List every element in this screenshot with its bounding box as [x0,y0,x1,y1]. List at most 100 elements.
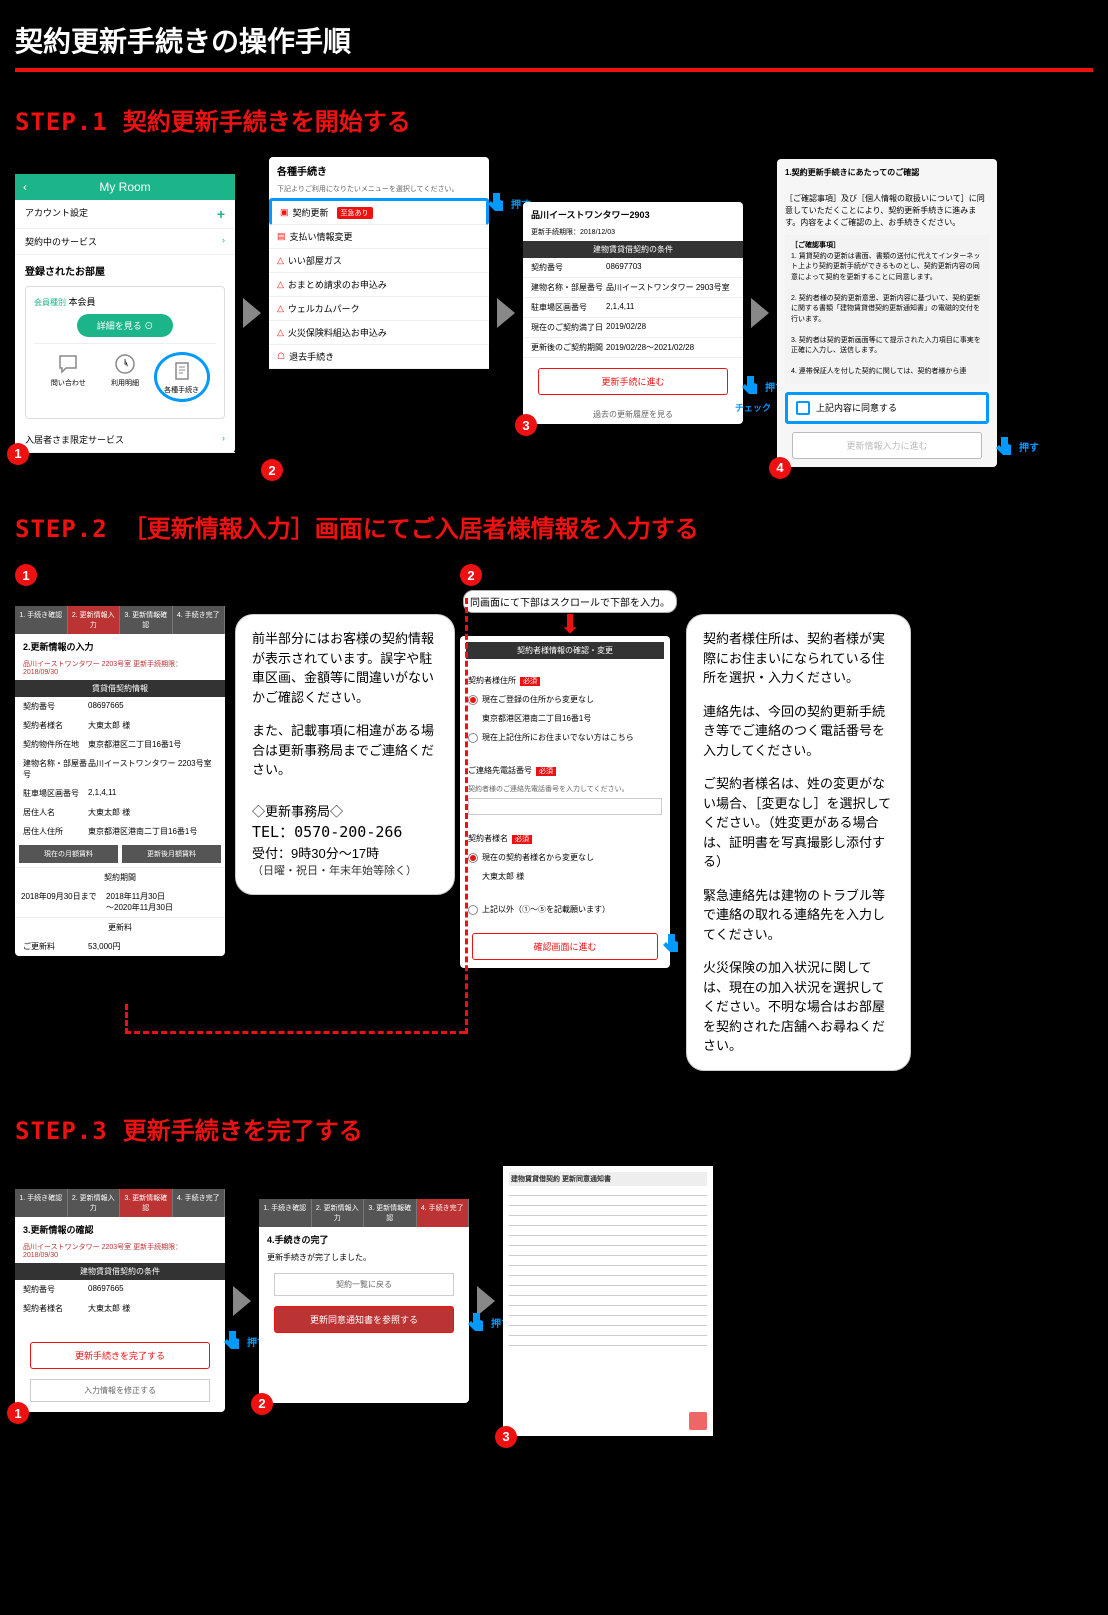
speechA-p2: また、記載事項に相違がある場合は更新事務局までご連絡ください。 [252,721,438,780]
back-chevron-icon[interactable]: ‹ [23,180,27,194]
period-h: 契約期間 [15,867,225,887]
tab4[interactable]: 4. 手続き完了 [173,1189,226,1217]
s2a-bar: 賃貸借契約情報 [15,680,225,697]
radio-addr-nochange[interactable]: 現在ご登録の住所から変更なし [468,690,662,709]
myroom-header: ‹ My Room [15,174,235,200]
current-rate-button[interactable]: 現在の月額賃料 [19,845,118,863]
tab1[interactable]: 1. 手続き確認 [15,606,68,634]
menu-combined[interactable]: △おまとめ請求のお申込み [269,273,489,297]
detail-button[interactable]: 詳細を見る ⊙ [77,314,174,337]
s4-item: 2. 契約者様の契約更新意思、更新内容に基づいて、契約更新に関する書類「建物賃貸… [791,294,983,326]
s4-title: 1.契約更新手続きにあたってのご確認 [785,167,989,179]
badge-2: 2 [460,564,482,586]
tel-input[interactable] [468,798,662,815]
kv-k: 契約者様名 [23,1303,88,1314]
s4-item: 1. 賃貸契約の更新は書面、書類の送付に代えてインターネット上より契約更新手続が… [791,252,983,284]
fee-h: 更新料 [15,917,225,937]
confirm-button[interactable]: 確認画面に進む [472,933,658,960]
agree-checkbox[interactable] [796,401,810,415]
title-underline [15,68,1093,72]
kv-k: 契約番号 [23,701,88,712]
fee-row: ご更新料53,000円 [15,937,225,956]
red-dashed-connector-v [465,598,468,1034]
speechA-p1: 前半部分にはお客様の契約情報が表示されています。誤字や駐車区画、金額等に間違いが… [252,629,438,707]
kv-v: 品川イーストワンタワー 2903号室 [606,282,730,293]
menu-gas[interactable]: △いい部屋ガス [269,249,489,273]
tab1[interactable]: 1. 手続き確認 [259,1199,312,1227]
history-link[interactable]: 過去の更新履歴を見る [523,405,743,424]
pointer-icon [485,191,509,215]
edit-link[interactable]: 入力情報を修正する [30,1379,210,1402]
proceed-button[interactable]: 更新手続に進む [538,368,728,395]
rate-buttons: 現在の月額賃料 更新後月額賃料 [15,841,225,867]
tab3[interactable]: 3. 更新情報確認 [120,606,173,634]
step2-label: STEP.2 [15,515,108,543]
urgent-badge: 至急あり [337,207,373,219]
menu-welcome[interactable]: △ウェルカムパーク [269,297,489,321]
radio-addr-other[interactable]: 現在上記住所にお住まいでない方はこちら [468,728,662,747]
section-rooms: 登録されたお部屋 [15,255,235,286]
kv-k: 居住人住所 [23,826,88,837]
tab2[interactable]: 2. 更新情報入力 [68,1189,121,1217]
kv-k: 建物名称・部屋番号 [531,282,606,293]
tab3[interactable]: 3. 更新情報確認 [120,1189,173,1217]
kv-v: 東京都港区二丁目16番1号 [88,739,181,750]
row-limited-label: 入居者さま限定サービス [25,433,124,446]
pointer-icon [660,932,684,956]
kv-row: 契約番号08697665 [15,1280,225,1299]
radio1-label: 現在ご登録の住所から変更なし [482,695,594,704]
menu-fire[interactable]: △火災保険料組込お申込み [269,321,489,345]
kv-k: 契約物件所在地 [23,739,88,750]
doc-title: 建物賃貸借契約 更新同意通知書 [509,1172,707,1186]
tab4[interactable]: 4. 手続き完了 [417,1199,470,1227]
menu-payment[interactable]: ▤支払い情報変更 [269,225,489,249]
step2-screenA: 1. 手続き確認 2. 更新情報入力 3. 更新情報確認 4. 手続き完了 2.… [15,606,225,956]
badge-3: 3 [495,1426,517,1448]
menu-icon: △ [277,279,284,290]
kv-k: 更新後のご契約期間 [531,342,606,353]
kv-row: 居住人住所東京都港区港南二丁目16番1号 [15,822,225,841]
agree-row[interactable]: チェック 上記内容に同意する [785,392,989,424]
row-account[interactable]: アカウント設定 + [15,200,235,229]
tab1[interactable]: 1. 手続き確認 [15,1189,68,1217]
menu-moveout[interactable]: ☖退去手続き [269,345,489,369]
kv-v: 2019/02/28 [606,322,646,333]
kv-row: 駐車場区画番号2,1,4,11 [523,298,743,318]
tab4[interactable]: 4. 手続き完了 [173,606,226,634]
radio-other[interactable]: 上記以外（①～⑤を記載願います） [468,900,662,919]
badge-4: 4 [769,457,791,479]
s2a-h: 2.更新情報の入力 [15,634,225,659]
radio-name-nochange[interactable]: 現在の契約者様名から変更なし [468,848,662,867]
s2-title: 各種手続き [269,157,489,184]
menu-icon: △ [277,327,284,338]
statement-icon-item[interactable]: 利用明細 [97,352,153,402]
tab2[interactable]: 2. 更新情報入力 [68,606,121,634]
kv-v: 大東太郎 様 [88,720,130,731]
plus-icon[interactable]: + [217,206,225,222]
menu-label: 退去手続き [289,350,334,363]
arrow-icon [497,298,515,328]
menu-label: 支払い情報変更 [290,230,353,243]
kv-k: 駐車場区画番号 [531,302,606,313]
kv-row: 契約物件所在地東京都港区二丁目16番1号 [15,735,225,754]
step2-screenB: 契約者様情報の確認・変更 契約者様住所必須 現在ご登録の住所から変更なし 東京都… [460,636,670,968]
back-list-button[interactable]: 契約一覧に戻る [274,1273,454,1296]
agree-text: 上記内容に同意する [816,401,897,414]
row-service[interactable]: 契約中のサービス › [15,229,235,255]
speechB-p4: 緊急連絡先は建物のトラブル等で連絡の取れる連絡先を入力してください。 [703,886,894,945]
kv-v: 2,1,4,11 [88,788,116,799]
proceed-input-button[interactable]: 更新情報入力に進む [792,432,982,459]
inquiry-icon-item[interactable]: 問い合わせ [40,352,96,402]
view-notice-button[interactable]: 更新同意通知書を参照する [274,1306,454,1333]
s4-subh: ［ご確認事項］ [791,241,983,252]
row-limited[interactable]: 入居者さま限定サービス › [15,427,235,453]
req-badge: 必須 [536,767,556,776]
red-dashed-connector [125,1004,465,1034]
tab3[interactable]: 3. 更新情報確認 [364,1199,417,1227]
tab2[interactable]: 2. 更新情報入力 [312,1199,365,1227]
complete-button[interactable]: 更新手続きを完了する [30,1342,210,1369]
procedures-icon-item[interactable]: 各種手続き [154,352,210,402]
kv-k: 建物名称・部屋番号 [23,758,88,780]
new-rate-button[interactable]: 更新後月額賃料 [122,845,221,863]
menu-renewal[interactable]: ▣ 契約更新 至急あり [269,198,489,225]
